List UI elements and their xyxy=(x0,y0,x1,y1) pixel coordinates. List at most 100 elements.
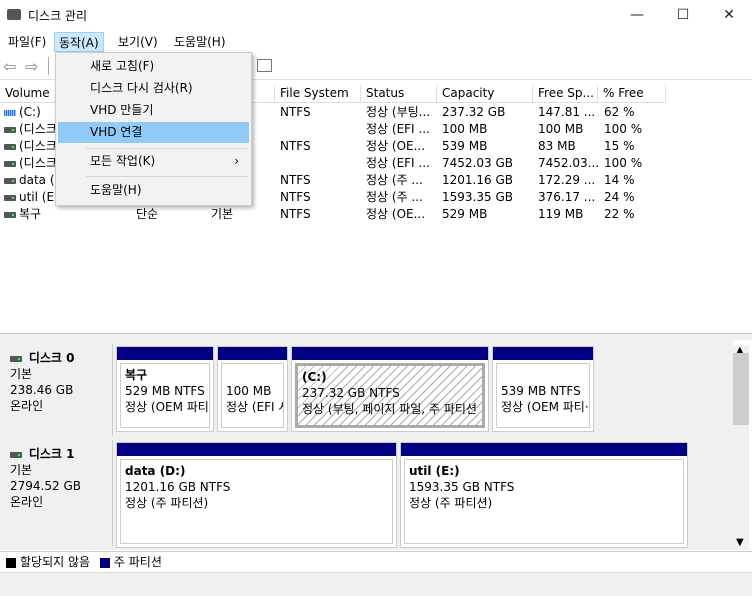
partition-type-bar xyxy=(493,347,593,360)
cell-text: NTFS xyxy=(280,190,311,204)
cell-capacity: 237.32 GB xyxy=(442,104,534,121)
minimize-button[interactable]: — xyxy=(614,0,660,30)
volume-icon xyxy=(4,143,16,150)
partition[interactable]: 복구 529 MB NTFS 정상 (OEM 파티 xyxy=(116,346,214,432)
partition-title: data (D:) xyxy=(125,464,186,478)
column-status[interactable]: Status xyxy=(361,85,437,103)
cell-text: 147.81 ... xyxy=(538,105,596,119)
cell-capacity: 7452.03 GB xyxy=(442,155,534,172)
volume-icon xyxy=(4,211,16,218)
cell-text: 14 % xyxy=(604,173,635,187)
volume-icon xyxy=(4,194,16,201)
cell-free: 83 MB xyxy=(538,138,600,155)
cell-text: 정상 (EFI ... xyxy=(366,122,430,136)
disk-size: 2794.52 GB xyxy=(10,479,81,493)
cell-pct: 15 % xyxy=(604,138,666,155)
pane-splitter[interactable] xyxy=(0,333,752,340)
partition-title xyxy=(501,367,585,383)
menu-item-refresh[interactable]: 새로 고침(F) xyxy=(58,56,249,77)
column-percent-free[interactable]: % Free xyxy=(598,85,666,103)
cell-fs: NTFS xyxy=(280,189,362,206)
cell-status: 정상 (주 ... xyxy=(366,189,438,206)
all-tasks-label: 모든 작업(K) xyxy=(90,154,156,168)
status-bar xyxy=(0,572,752,596)
disk-management-icon xyxy=(7,9,21,20)
menu-item-all-tasks[interactable]: 모든 작업(K) › xyxy=(58,151,249,172)
scroll-down-icon[interactable]: ▼ xyxy=(736,537,744,548)
partition-type-bar xyxy=(218,347,287,360)
cell-text: 529 MB xyxy=(442,207,488,221)
scroll-thumb[interactable] xyxy=(733,353,749,425)
menu-file[interactable]: 파일(F) xyxy=(4,32,50,52)
cell-pct: 100 % xyxy=(604,155,666,172)
cell-text: 기본 xyxy=(211,207,234,221)
menu-item-rescan-disks[interactable]: 디스크 다시 검사(R) xyxy=(58,78,249,99)
partition-status: 정상 (부팅, 페이지 파일, 주 파티션 xyxy=(302,402,477,416)
cell-text: 정상 (OE... xyxy=(366,207,426,221)
partition[interactable]: (C:) 237.32 GB NTFS 정상 (부팅, 페이지 파일, 주 파티… xyxy=(291,346,489,432)
menu-action[interactable]: 동작(A) xyxy=(54,32,104,52)
cell-layout: 단순 xyxy=(136,206,207,223)
disk-state: 온라인 xyxy=(10,399,44,413)
table-row[interactable]: 복구 단순 기본 NTFS 정상 (OE... 529 MB 119 MB 22 % xyxy=(0,206,670,223)
cell-text: 1201.16 GB xyxy=(442,173,513,187)
partition-type-bar xyxy=(292,347,488,360)
cell-status: 정상 (OE... xyxy=(366,206,438,223)
disk-size: 238.46 GB xyxy=(10,383,74,397)
partition[interactable]: util (E:) 1593.35 GB NTFS 정상 (주 파티션) xyxy=(400,442,688,548)
partition-body: util (E:) 1593.35 GB NTFS 정상 (주 파티션) xyxy=(404,459,684,544)
disk-icon xyxy=(10,451,22,458)
cell-text: 7452.03 GB xyxy=(442,156,513,170)
partition-status: 정상 (EFI 시 xyxy=(226,400,284,414)
disk-type: 기본 xyxy=(10,463,33,477)
menu-item-attach-vhd[interactable]: VHD 연결 xyxy=(58,122,249,143)
cell-text: 237.32 GB xyxy=(442,105,506,119)
menu-item-create-vhd[interactable]: VHD 만들기 xyxy=(58,100,249,121)
partition-status: 정상 (OEM 파티 xyxy=(125,400,209,414)
volume-icon xyxy=(4,160,16,167)
volume-icon xyxy=(4,126,16,133)
menu-item-help[interactable]: 도움말(H) xyxy=(58,180,249,201)
cell-status: 정상 (주 ... xyxy=(366,172,438,189)
cell-free: 119 MB xyxy=(538,206,600,223)
cell-fs xyxy=(280,121,362,138)
cell-pct: 62 % xyxy=(604,104,666,121)
partition[interactable]: 539 MB NTFS 정상 (OEM 파티· xyxy=(492,346,594,432)
cell-text: (C:) xyxy=(19,105,41,119)
cell-free: 7452.03... xyxy=(538,155,600,172)
close-button[interactable]: ✕ xyxy=(706,0,752,30)
disk-icon xyxy=(10,355,22,362)
properties-icon[interactable] xyxy=(257,59,272,72)
cell-text: NTFS xyxy=(280,173,311,187)
cell-free: 147.81 ... xyxy=(538,104,600,121)
disk-state: 온라인 xyxy=(10,495,44,509)
disk-name-text: 디스크 0 xyxy=(28,351,75,365)
column-free-space[interactable]: Free Sp... xyxy=(533,85,598,103)
primary-partition-swatch xyxy=(99,557,110,568)
forward-arrow-icon[interactable]: ⇨ xyxy=(25,57,38,76)
cell-status: 정상 (EFI ... xyxy=(366,121,438,138)
back-arrow-icon[interactable]: ⇦ xyxy=(3,57,16,76)
maximize-button[interactable]: ☐ xyxy=(660,0,706,30)
disk-name: 디스크 0 xyxy=(10,350,112,366)
disk-label-0[interactable]: 디스크 0 기본 238.46 GB 온라인 xyxy=(0,344,113,436)
cell-text: 7452.03... xyxy=(538,156,600,170)
menu-view[interactable]: 보기(V) xyxy=(114,32,162,52)
vertical-scrollbar[interactable]: ▲ ▼ xyxy=(733,345,749,550)
partition-size: 237.32 GB NTFS xyxy=(302,386,400,400)
cell-text: 정상 (OE... xyxy=(366,139,426,153)
partition-type-bar xyxy=(401,443,687,456)
menu-help[interactable]: 도움말(H) xyxy=(170,32,230,52)
window-title: 디스크 관리 xyxy=(28,9,88,23)
cell-text: NTFS xyxy=(280,105,311,119)
column-file-system[interactable]: File System xyxy=(275,85,361,103)
partition[interactable]: data (D:) 1201.16 GB NTFS 정상 (주 파티션) xyxy=(116,442,397,548)
cell-text: 100 MB xyxy=(442,122,488,136)
column-capacity[interactable]: Capacity xyxy=(437,85,533,103)
cell-pct: 14 % xyxy=(604,172,666,189)
toolbar-divider xyxy=(48,57,49,75)
cell-text: util (E: xyxy=(19,190,59,204)
disk-label-1[interactable]: 디스크 1 기본 2794.52 GB 온라인 xyxy=(0,440,113,546)
partition[interactable]: 100 MB 정상 (EFI 시 xyxy=(217,346,288,432)
cell-text: (디스크 xyxy=(19,122,57,136)
